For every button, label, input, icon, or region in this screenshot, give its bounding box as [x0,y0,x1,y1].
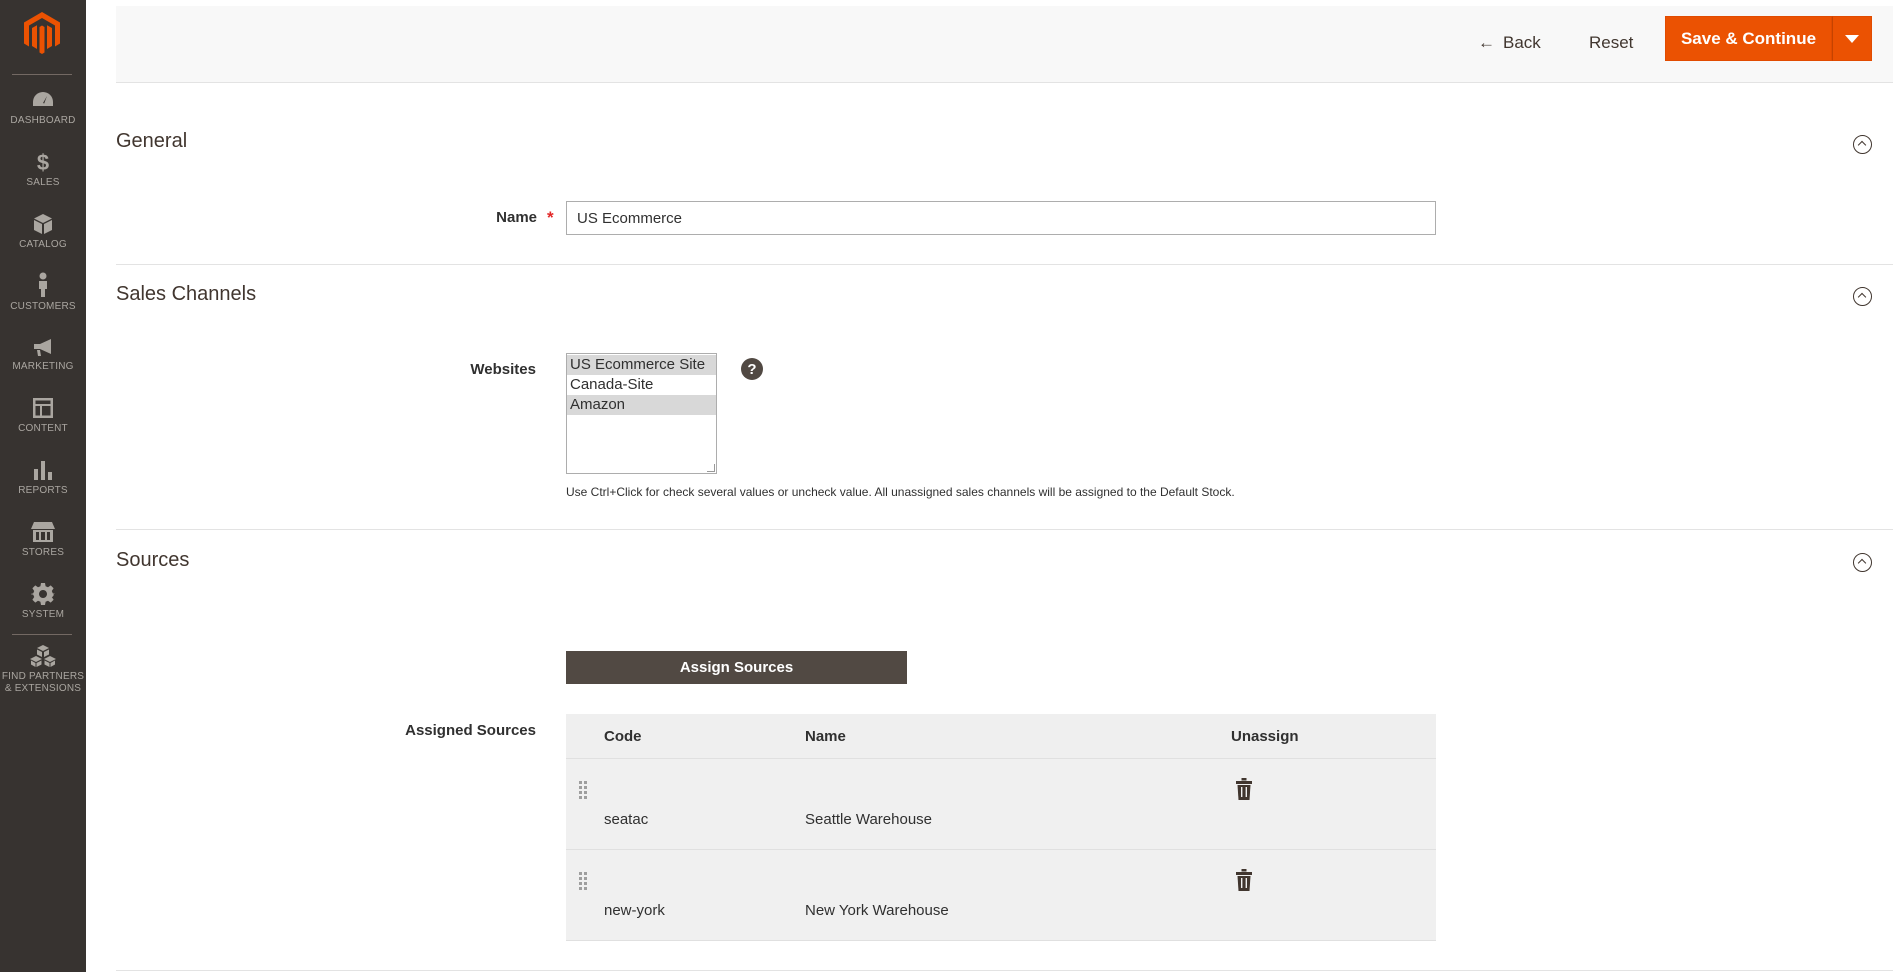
collapse-general-icon[interactable] [1853,135,1872,154]
source-name: Seattle Warehouse [805,811,933,828]
magento-logo[interactable] [24,12,60,54]
name-label: Name [496,209,537,226]
layout-icon [33,398,53,418]
sidebar-label: & EXTENSIONS [4,683,82,694]
assign-sources-button[interactable]: Assign Sources [566,651,907,684]
sidebar-label: DASHBOARD [10,115,76,126]
dashboard-icon [33,92,53,106]
megaphone-icon [34,339,51,356]
grid-header: Code Name Unassign [566,714,1436,759]
sidebar-label: CUSTOMERS [10,301,76,312]
save-options-toggle[interactable] [1832,16,1872,61]
sidebar-divider [12,74,72,75]
sidebar-item-dashboard[interactable]: DASHBOARD [0,90,86,127]
section-title-sales-channels[interactable]: Sales Channels [116,283,256,306]
collapse-sales-channels-icon[interactable] [1853,287,1872,306]
caret-down-icon [1845,34,1859,43]
sidebar-label: CATALOG [19,239,67,250]
column-header-code: Code [604,728,642,745]
sidebar-item-marketing[interactable]: MARKETING [0,336,86,373]
trash-icon[interactable] [1236,778,1252,800]
bar-chart-icon [34,461,52,480]
column-header-unassign: Unassign [1231,728,1299,745]
gear-icon [31,583,55,605]
website-option[interactable]: Amazon [567,395,716,415]
source-code: new-york [604,902,665,919]
save-continue-button[interactable]: Save & Continue [1665,16,1832,61]
reset-button[interactable]: Reset [1589,28,1633,58]
admin-sidebar: DASHBOARD $ SALES CATALOG CUSTOMERS MARK… [0,0,86,972]
box-icon [34,214,52,234]
svg-text:$: $ [37,150,49,174]
sidebar-label: CONTENT [18,423,68,434]
sidebar-item-customers[interactable]: CUSTOMERS [0,272,86,313]
dollar-icon: $ [37,150,49,174]
sidebar-item-content[interactable]: CONTENT [0,396,86,435]
cubes-icon [30,645,56,667]
assigned-sources-label: Assigned Sources [405,722,536,739]
section-title-general[interactable]: General [116,130,187,153]
websites-label: Websites [470,361,536,378]
sidebar-item-system[interactable]: SYSTEM [0,582,86,621]
website-option[interactable]: US Ecommerce Site [567,355,716,375]
column-header-name: Name [805,728,846,745]
back-button-label: Back [1503,33,1541,52]
person-icon [39,272,47,297]
section-divider [116,970,1893,971]
sidebar-label: MARKETING [12,361,74,372]
help-icon[interactable]: ? [741,358,763,380]
table-row: seatac Seattle Warehouse [566,759,1436,850]
store-icon [31,522,55,542]
assigned-sources-grid: Code Name Unassign seatac Seattle Wareho… [566,714,1436,941]
sidebar-label: REPORTS [18,485,68,496]
sidebar-item-reports[interactable]: REPORTS [0,458,86,497]
websites-multiselect[interactable]: US Ecommerce Site Canada-Site Amazon [566,353,717,474]
sidebar-item-catalog[interactable]: CATALOG [0,212,86,251]
back-button[interactable]: ← Back [1478,28,1541,58]
resize-handle[interactable] [707,464,715,472]
source-code: seatac [604,811,649,828]
drag-handle-icon[interactable] [579,781,589,799]
section-divider [116,529,1893,530]
sidebar-label: STORES [21,547,65,558]
websites-note: Use Ctrl+Click for check several values … [566,485,1235,499]
website-option[interactable]: Canada-Site [567,375,716,395]
trash-icon[interactable] [1236,869,1252,891]
sidebar-label: SALES [26,177,60,188]
sidebar-item-stores[interactable]: STORES [0,520,86,559]
sidebar-label: SYSTEM [21,609,65,620]
required-asterisk: * [547,208,554,227]
section-title-sources[interactable]: Sources [116,549,189,572]
drag-handle-icon[interactable] [579,872,589,890]
arrow-left-icon: ← [1478,33,1495,52]
sidebar-divider [12,634,72,635]
collapse-sources-icon[interactable] [1853,553,1872,572]
name-input[interactable]: US Ecommerce [566,201,1436,235]
sidebar-label: FIND PARTNERS [1,671,85,682]
sidebar-item-find-partners[interactable]: FIND PARTNERS & EXTENSIONS [0,644,86,695]
sidebar-item-sales[interactable]: $ SALES [0,150,86,189]
source-name: New York Warehouse [805,902,949,919]
table-row: new-york New York Warehouse [566,850,1436,941]
section-divider [116,264,1893,265]
